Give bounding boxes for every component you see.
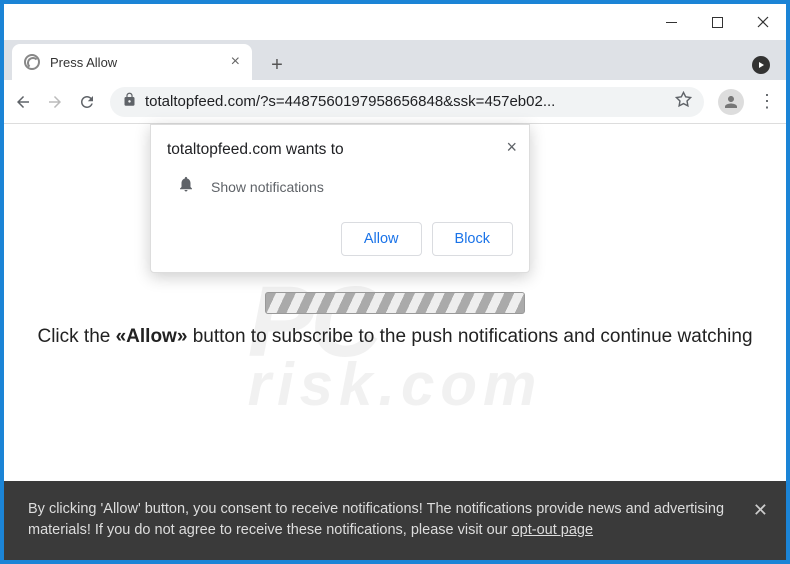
banner-close-icon[interactable]: ✕ <box>753 497 768 524</box>
tab-bar: Press Allow × + <box>4 40 786 80</box>
opt-out-link[interactable]: opt-out page <box>512 522 593 538</box>
profile-avatar[interactable] <box>718 89 744 115</box>
tab-close-icon[interactable]: × <box>231 53 240 71</box>
bell-icon <box>177 175 195 198</box>
bookmark-star-icon[interactable] <box>675 91 692 113</box>
consent-banner: ✕ By clicking 'Allow' button, you consen… <box>4 481 786 561</box>
allow-button[interactable]: Allow <box>341 222 422 256</box>
back-button[interactable] <box>14 93 32 111</box>
consent-text: By clicking 'Allow' button, you consent … <box>28 501 724 539</box>
block-button[interactable]: Block <box>432 222 513 256</box>
play-icon <box>759 62 764 68</box>
new-tab-button[interactable]: + <box>262 50 292 80</box>
lock-icon <box>122 92 137 112</box>
media-indicator[interactable] <box>746 50 776 80</box>
window-controls <box>4 4 786 40</box>
reload-button[interactable] <box>78 93 96 111</box>
url-text: totaltopfeed.com/?s=4487560197958656848&… <box>145 93 667 110</box>
tab-title: Press Allow <box>50 55 221 70</box>
page-content: PCrisk.com × totaltopfeed.com wants to S… <box>4 124 786 560</box>
instruction-text: Click the «Allow» button to subscribe to… <box>4 326 786 348</box>
forward-button[interactable] <box>46 93 64 111</box>
permission-item-label: Show notifications <box>211 179 324 195</box>
loading-bar <box>265 292 525 314</box>
close-window-button[interactable] <box>740 4 786 40</box>
notification-permission-dialog: × totaltopfeed.com wants to Show notific… <box>150 124 530 273</box>
permission-prompt-text: totaltopfeed.com wants to <box>167 141 513 159</box>
browser-menu-icon[interactable]: ⋮ <box>758 91 776 112</box>
address-bar[interactable]: totaltopfeed.com/?s=4487560197958656848&… <box>110 87 704 117</box>
globe-icon <box>24 54 40 70</box>
dialog-close-icon[interactable]: × <box>506 137 517 158</box>
maximize-button[interactable] <box>694 4 740 40</box>
browser-tab[interactable]: Press Allow × <box>12 44 252 80</box>
navigation-bar: totaltopfeed.com/?s=4487560197958656848&… <box>4 80 786 124</box>
minimize-button[interactable] <box>648 4 694 40</box>
